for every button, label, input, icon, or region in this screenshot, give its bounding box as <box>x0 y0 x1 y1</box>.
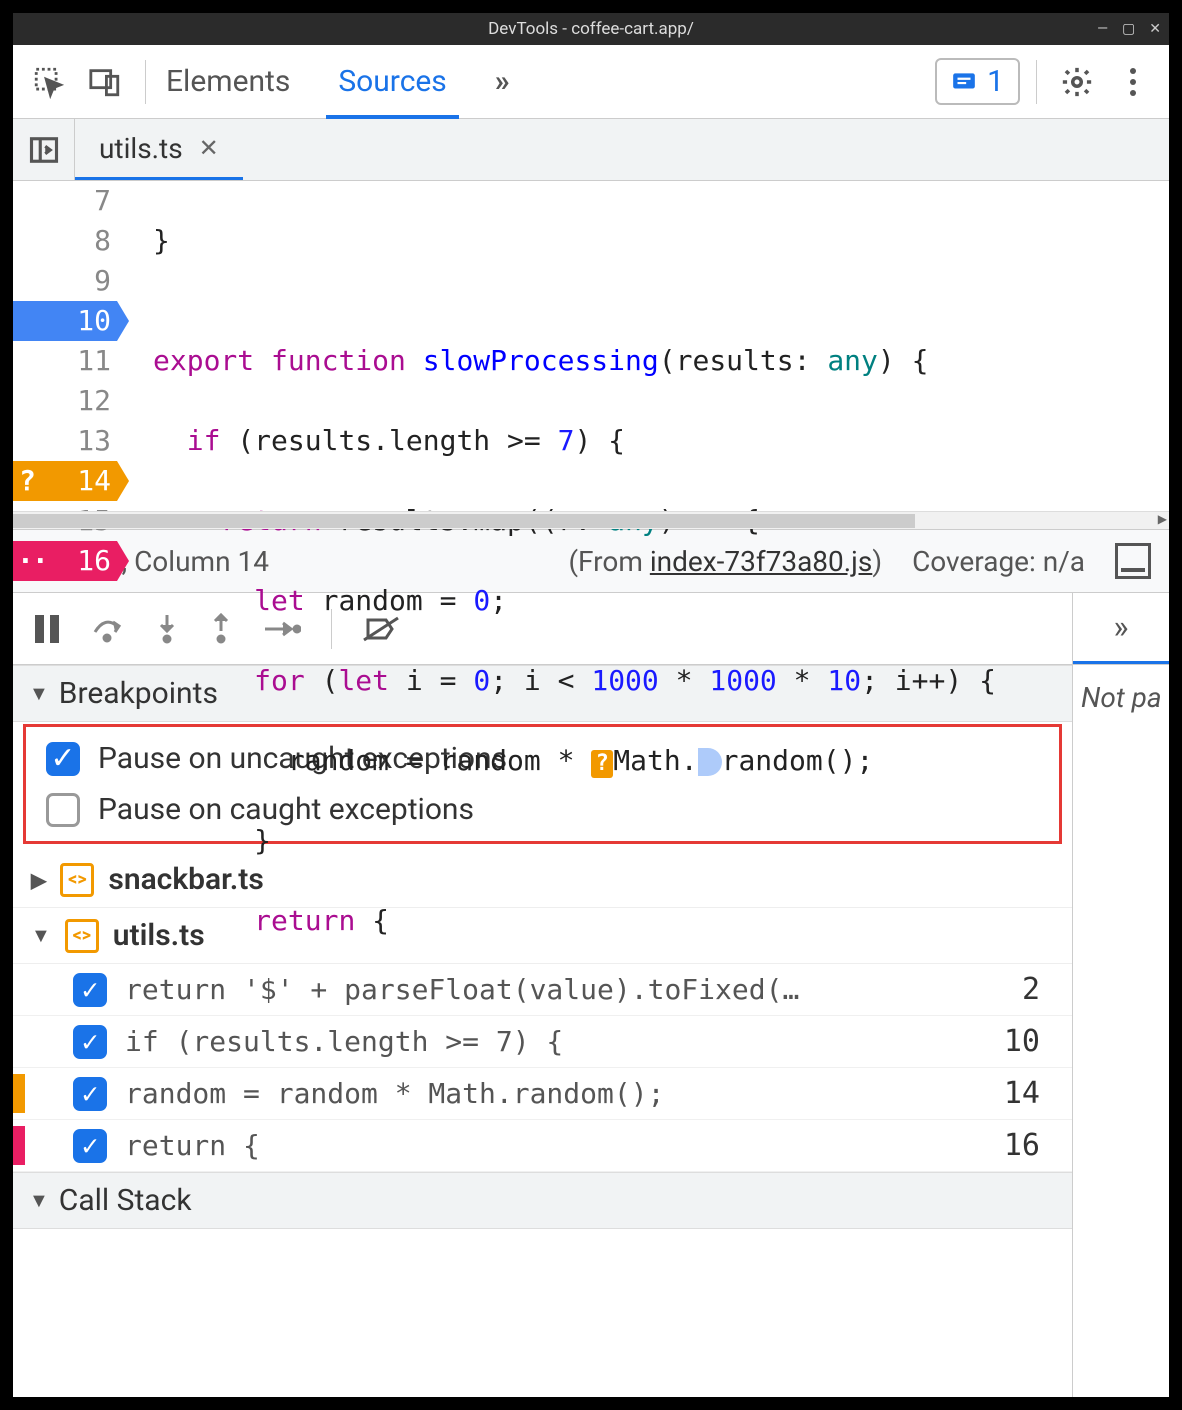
inspect-icon[interactable] <box>25 58 73 106</box>
bp-line-number: 16 <box>1004 1128 1052 1163</box>
navigator-toggle-icon[interactable] <box>13 119 75 180</box>
breakpoint-item[interactable]: ✓ return '$' + parseFloat(value).toFixed(… <box>13 964 1072 1016</box>
file-icon: <> <box>65 919 99 953</box>
chevron-down-icon: ▼ <box>31 923 51 948</box>
window-controls: — ▢ ✕ <box>1097 21 1161 37</box>
close-tab-icon[interactable]: ✕ <box>199 134 219 162</box>
bp-code: if (results.length >= 7) { <box>125 1025 563 1058</box>
titlebar: DevTools - coffee-cart.app/ — ▢ ✕ <box>13 13 1169 45</box>
issues-badge[interactable]: 1 <box>935 58 1020 105</box>
conditional-bp-icon[interactable]: ? <box>591 750 613 778</box>
close-icon[interactable]: ✕ <box>1149 21 1161 37</box>
bp-code: random = random * Math.random(); <box>125 1077 664 1110</box>
file-tabs: utils.ts ✕ <box>13 119 1169 181</box>
step-over-icon[interactable] <box>91 614 125 644</box>
more-debug-tabs[interactable]: » <box>1073 593 1169 664</box>
checkbox-checked-icon[interactable]: ✓ <box>73 973 107 1007</box>
logpoint-icon[interactable] <box>698 748 722 776</box>
code-editor[interactable]: 7 8 9 10 11 12 13 14 15 16 } export func… <box>13 181 1169 511</box>
bp-edge-marker <box>13 1074 25 1113</box>
bp-line-number: 2 <box>1022 972 1052 1007</box>
bp-line-number: 14 <box>1004 1076 1052 1111</box>
divider <box>145 60 146 104</box>
file-icon: <> <box>60 863 94 897</box>
chevron-right-icon: ▶ <box>31 868 46 892</box>
checkbox-checked-icon[interactable]: ✓ <box>73 1025 107 1059</box>
bp-code: return '$' + parseFloat(value).toFixed(… <box>125 973 799 1006</box>
breakpoint-list: ✓ return '$' + parseFloat(value).toFixed(… <box>13 964 1072 1172</box>
pause-icon[interactable] <box>33 613 61 645</box>
code-content[interactable]: } export function slowProcessing(results… <box>133 181 996 511</box>
checkbox-checked-icon[interactable]: ✓ <box>73 1077 107 1111</box>
minimize-icon[interactable]: — <box>1097 21 1108 37</box>
issues-count: 1 <box>987 64 1004 99</box>
callstack-header[interactable]: ▼ Call Stack <box>13 1172 1072 1229</box>
line-gutter[interactable]: 7 8 9 10 11 12 13 14 15 16 <box>13 181 133 511</box>
horizontal-scrollbar[interactable]: ▶ <box>13 511 1169 529</box>
panel-tabs: Elements Sources » <box>162 46 514 117</box>
tab-elements[interactable]: Elements <box>162 46 294 117</box>
bottom-panel-icon[interactable] <box>1115 543 1151 579</box>
device-icon[interactable] <box>81 58 129 106</box>
devtools-window: DevTools - coffee-cart.app/ — ▢ ✕ Elemen… <box>12 12 1170 1398</box>
checkbox-checked-icon[interactable]: ✓ <box>46 742 80 776</box>
right-status-panel: Not pa <box>1073 665 1169 1397</box>
checkbox-checked-icon[interactable]: ✓ <box>73 1129 107 1163</box>
chevron-down-icon: ▼ <box>29 681 49 706</box>
tab-more[interactable]: » <box>491 46 514 117</box>
checkbox-icon[interactable] <box>46 793 80 827</box>
bp-code: return { <box>125 1129 260 1162</box>
chevron-down-icon: ▼ <box>29 1188 49 1213</box>
gear-icon[interactable] <box>1053 58 1101 106</box>
breakpoint-item[interactable]: ✓ return { 16 <box>13 1120 1072 1172</box>
breakpoint-item[interactable]: ✓ random = random * Math.random(); 14 <box>13 1068 1072 1120</box>
breakpoint-item[interactable]: ✓ if (results.length >= 7) { 10 <box>13 1016 1072 1068</box>
maximize-icon[interactable]: ▢ <box>1122 21 1135 37</box>
kebab-icon[interactable] <box>1109 58 1157 106</box>
bp-line-number: 10 <box>1004 1024 1052 1059</box>
window-title: DevTools - coffee-cart.app/ <box>488 19 694 39</box>
main-toolbar: Elements Sources » 1 <box>13 45 1169 119</box>
tab-sources[interactable]: Sources <box>334 46 450 117</box>
divider <box>1036 60 1037 104</box>
file-tab-label: utils.ts <box>99 132 183 165</box>
bp-edge-marker <box>13 1126 25 1165</box>
file-tab-utils[interactable]: utils.ts ✕ <box>75 119 243 180</box>
